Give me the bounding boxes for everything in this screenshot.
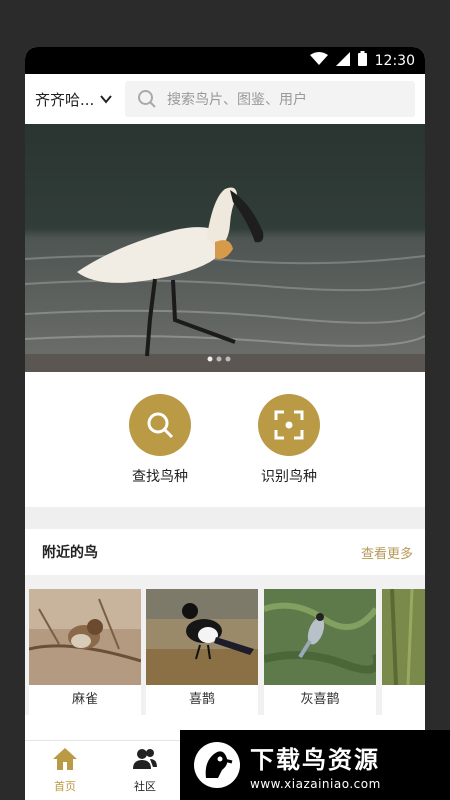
community-icon [133,749,157,769]
signal-icon [335,51,350,70]
carousel-dot[interactable] [216,356,222,362]
nearby-header: 附近的鸟 查看更多 [25,529,425,575]
search-placeholder: 搜索鸟片、图鉴、用户 [167,92,307,108]
bird-photo [146,589,258,685]
nearby-title: 附近的鸟 [42,545,98,561]
battery-icon [357,51,367,70]
status-bar: 12:30 [25,47,425,74]
watermark-url: www.xiazainiao.com [250,776,381,791]
bird-card[interactable]: 喜鹊 [146,589,258,715]
search-icon [129,394,191,456]
watermark-banner: 下载鸟资源 www.xiazainiao.com [180,730,450,800]
carousel-dot[interactable] [207,356,213,362]
banner-carousel[interactable] [25,124,425,372]
city-selector[interactable]: 齐齐哈... [25,74,125,124]
home-icon [53,748,77,770]
quick-actions: 查找鸟种 识别鸟种 [25,372,425,507]
bird-card[interactable]: 灰喜鹊 [264,589,376,715]
bird-photo [264,589,376,685]
identify-species-button[interactable]: 识别鸟种 [244,394,334,486]
scan-icon [258,394,320,456]
bird-photo [382,589,425,685]
bird-name: 麻雀 [71,692,98,707]
bird-card[interactable]: 麻雀 [29,589,141,715]
identify-species-label: 识别鸟种 [261,469,317,485]
bird-photo [29,589,141,685]
nav-community[interactable]: 社区 [115,747,175,794]
status-time: 12:30 [374,52,415,69]
bird-card[interactable]: 普 [382,589,425,715]
find-species-button[interactable]: 查找鸟种 [115,394,205,486]
nav-home-label: 首页 [54,780,76,793]
search-icon [138,90,156,108]
bird-name: 普 [382,685,425,715]
carousel-dot[interactable] [225,356,231,362]
bird-name: 灰喜鹊 [300,692,340,707]
top-bar: 齐齐哈... 搜索鸟片、图鉴、用户 [25,74,425,124]
bird-name: 喜鹊 [188,692,215,707]
wifi-icon [309,51,328,70]
nav-community-label: 社区 [134,780,156,793]
chevron-down-icon [100,95,113,104]
phone-screen: 12:30 齐齐哈... 搜索鸟片、图鉴、用户 查找鸟种 识别鸟种 附近的鸟 查… [25,47,425,800]
nav-home[interactable]: 首页 [35,747,95,794]
nearby-bird-list: 麻雀 喜鹊 灰喜鹊 [25,575,425,715]
find-species-label: 查找鸟种 [132,469,188,485]
search-input[interactable]: 搜索鸟片、图鉴、用户 [125,81,415,117]
city-label: 齐齐哈... [35,90,95,109]
section-divider [25,507,425,529]
watermark-title: 下载鸟资源 [250,745,380,774]
spoonbill-photo [25,124,425,372]
bird-logo-icon [194,742,240,788]
view-more-link[interactable]: 查看更多 [361,543,413,562]
